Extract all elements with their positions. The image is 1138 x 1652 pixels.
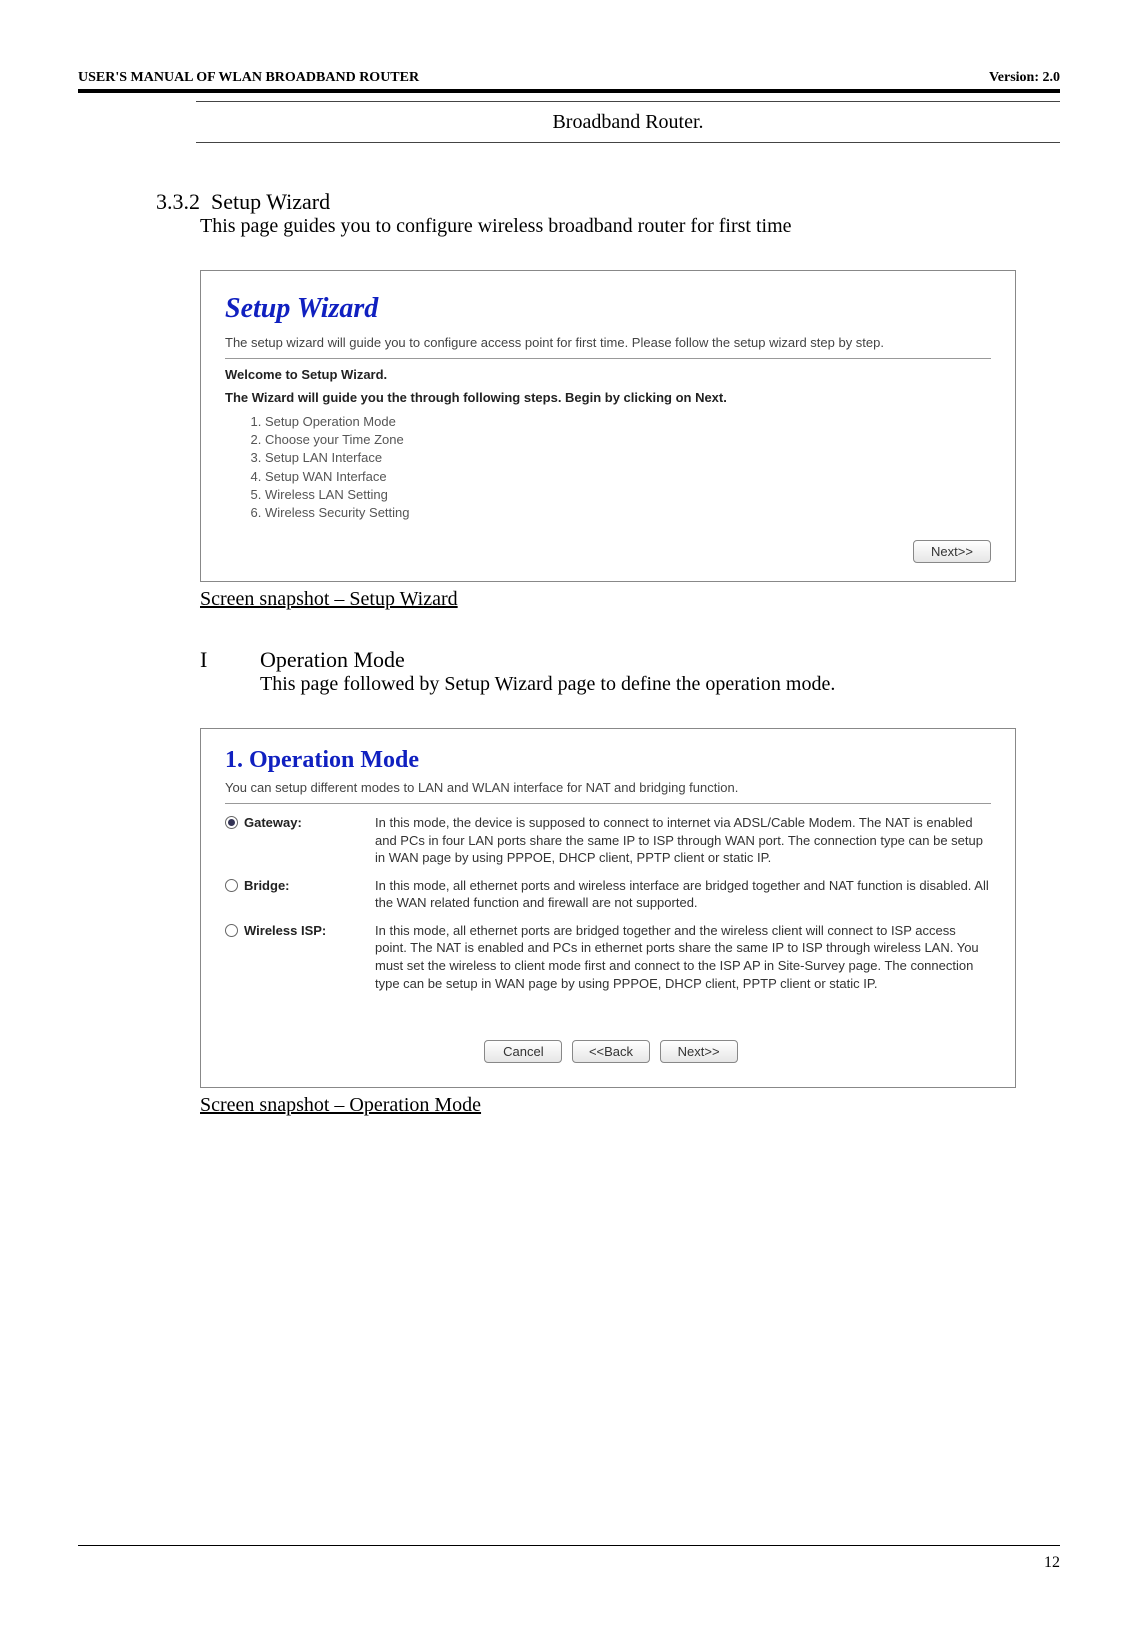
caption-setup-wizard: Screen snapshot – Setup Wizard (200, 588, 1060, 611)
next-button[interactable]: Next>> (913, 540, 991, 563)
op-title: 1. Operation Mode (225, 747, 991, 774)
mode-label: Gateway: (244, 815, 302, 830)
sw-step: Setup WAN Interface (265, 468, 991, 486)
footer-rule (78, 1545, 1060, 1546)
sw-divider (225, 358, 991, 359)
radio-wireless-isp[interactable] (225, 924, 238, 937)
mode-label: Wireless ISP: (244, 923, 326, 938)
mode-label: Bridge: (244, 878, 290, 893)
caption-operation-mode: Screen snapshot – Operation Mode (200, 1094, 1060, 1117)
mode-desc: In this mode, the device is supposed to … (375, 814, 991, 867)
prev-page-table-row: Broadband Router. (196, 101, 1060, 143)
mode-row-wireless-isp: Wireless ISP: In this mode, all ethernet… (225, 922, 991, 992)
next-button[interactable]: Next>> (660, 1040, 738, 1063)
mode-desc: In this mode, all ethernet ports are bri… (375, 922, 991, 992)
back-button[interactable]: <<Back (572, 1040, 650, 1063)
header-right: Version: 2.0 (989, 70, 1060, 86)
mode-desc: In this mode, all ethernet ports and wir… (375, 877, 991, 912)
sw-step: Wireless LAN Setting (265, 486, 991, 504)
section-heading: 3.3.2 Setup Wizard (156, 189, 1060, 215)
sw-step: Wireless Security Setting (265, 504, 991, 522)
sw-steps-list: Setup Operation Mode Choose your Time Zo… (265, 413, 991, 522)
sw-step: Setup Operation Mode (265, 413, 991, 431)
radio-gateway[interactable] (225, 816, 238, 829)
mode-row-bridge: Bridge: In this mode, all ethernet ports… (225, 877, 991, 912)
sw-step: Setup LAN Interface (265, 449, 991, 467)
sw-subtitle: The setup wizard will guide you to confi… (225, 335, 991, 350)
page-number: 12 (78, 1554, 1060, 1572)
sw-step: Choose your Time Zone (265, 431, 991, 449)
sw-instruction: The Wizard will guide you the through fo… (225, 390, 991, 405)
subsection-title: Operation Mode (260, 647, 405, 673)
header-rule-thin (78, 92, 1060, 93)
section-title: Setup Wizard (211, 189, 330, 214)
sw-welcome: Welcome to Setup Wizard. (225, 367, 991, 382)
cancel-button[interactable]: Cancel (484, 1040, 562, 1063)
subsection-heading: I Operation Mode (200, 647, 1060, 673)
subsection-index: I (200, 647, 260, 673)
sw-title: Setup Wizard (225, 293, 991, 325)
op-divider (225, 803, 991, 804)
operation-mode-screenshot: 1. Operation Mode You can setup differen… (200, 728, 1016, 1088)
page-header: USER'S MANUAL OF WLAN BROADBAND ROUTER V… (78, 70, 1060, 86)
section-number: 3.3.2 (156, 189, 200, 214)
mode-row-gateway: Gateway: In this mode, the device is sup… (225, 814, 991, 867)
op-subtitle: You can setup different modes to LAN and… (225, 780, 991, 795)
header-left: USER'S MANUAL OF WLAN BROADBAND ROUTER (78, 70, 419, 86)
radio-bridge[interactable] (225, 879, 238, 892)
setup-wizard-screenshot: Setup Wizard The setup wizard will guide… (200, 270, 1016, 582)
prev-table-cell: Broadband Router. (552, 111, 703, 134)
subsection-intro: This page followed by Setup Wizard page … (260, 673, 1060, 696)
section-intro: This page guides you to configure wirele… (200, 215, 1060, 238)
